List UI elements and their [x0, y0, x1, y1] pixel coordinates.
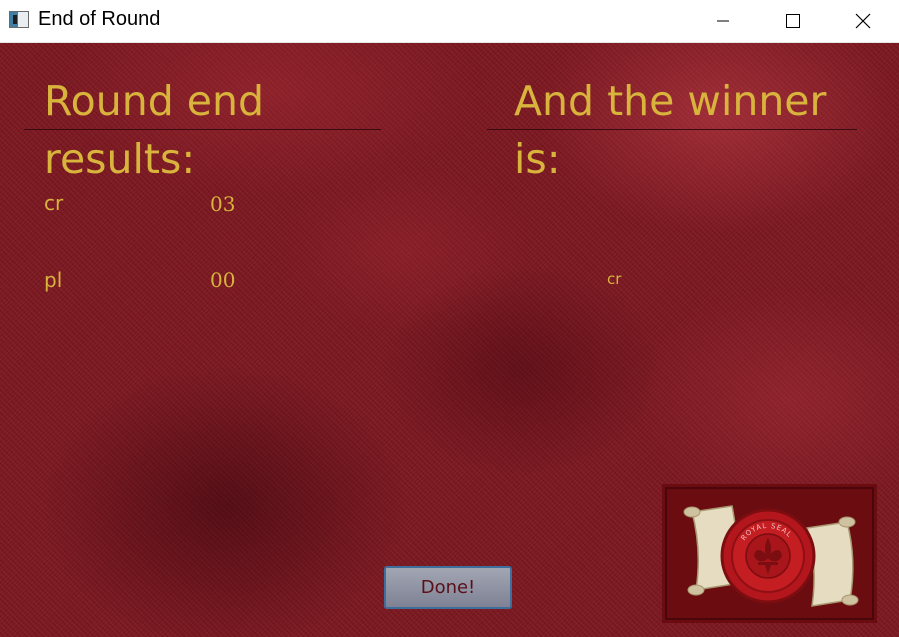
- minimize-icon: [717, 20, 729, 22]
- app-window-icon: [9, 11, 29, 28]
- close-button[interactable]: [828, 0, 898, 42]
- winner-heading-line1: And the winner: [514, 77, 827, 125]
- window-title: End of Round: [38, 8, 161, 30]
- maximize-icon: [786, 14, 800, 28]
- result-row-1-player: cr: [44, 191, 64, 215]
- minimize-button[interactable]: [688, 0, 758, 42]
- round-results-panel: Round end results: And the winner is: cr…: [0, 43, 899, 637]
- close-icon: [855, 13, 871, 29]
- done-button[interactable]: Done!: [384, 566, 512, 609]
- result-row-2-player: pl: [44, 268, 63, 292]
- maximize-button[interactable]: [758, 0, 828, 42]
- royal-seal-scroll-icon: ROYAL SEAL: [662, 484, 877, 623]
- results-heading-line1: Round end: [44, 77, 264, 125]
- winner-name: cr: [607, 270, 622, 288]
- result-row-2-score: 00: [210, 268, 236, 292]
- result-row-1-score: 03: [210, 192, 236, 216]
- results-heading-line2: results:: [44, 135, 196, 183]
- winner-heading-line2: is:: [514, 135, 561, 183]
- window-titlebar[interactable]: End of Round: [0, 0, 899, 43]
